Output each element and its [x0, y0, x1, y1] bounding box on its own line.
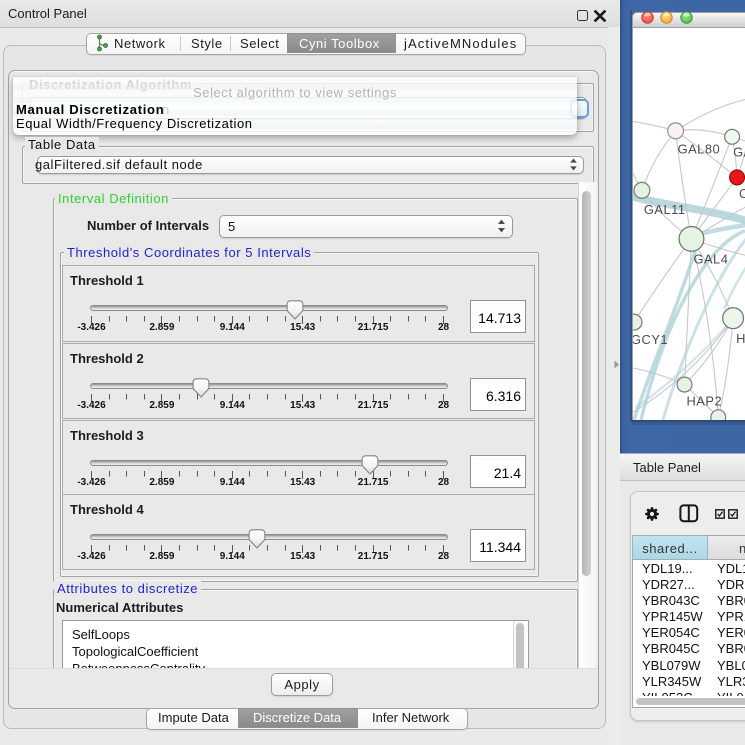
- svg-text:HAP2: HAP2: [687, 393, 723, 408]
- svg-text:GAL11: GAL11: [644, 202, 686, 217]
- svg-text:GA: GA: [733, 145, 745, 160]
- svg-text:GAL4: GAL4: [693, 252, 728, 267]
- svg-text:H: H: [736, 331, 745, 346]
- svg-text:GCY1: GCY1: [632, 332, 668, 347]
- svg-text:GAL80: GAL80: [678, 142, 721, 157]
- svg-text:C: C: [739, 186, 745, 201]
